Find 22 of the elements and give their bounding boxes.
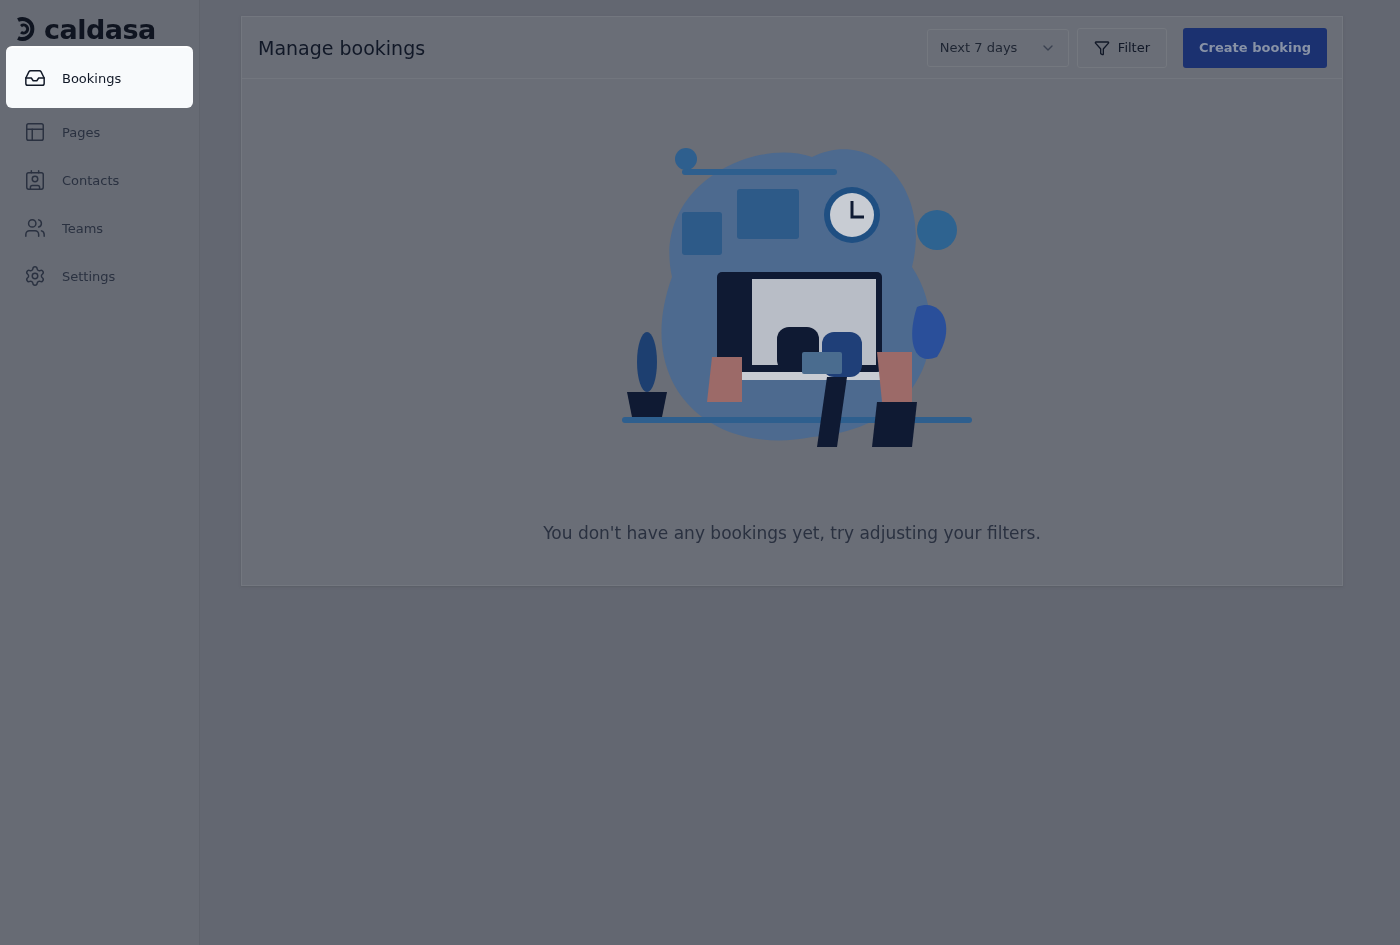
sidebar-item[interactable]: Pages	[6, 108, 193, 156]
sidebar-item[interactable]: Teams	[6, 204, 193, 252]
date-range-select[interactable]: Next 7 days	[926, 28, 1069, 67]
contact-card-icon	[24, 169, 46, 191]
sidebar-label: Settings	[62, 268, 116, 284]
create-booking-button[interactable]: Create booking	[1183, 27, 1327, 68]
sidebar-label: Teams	[62, 220, 104, 236]
sidebar-item[interactable]: Settings	[6, 252, 193, 300]
empty-state-message: You don't have any bookings yet, try adjusting your filters.	[543, 523, 1041, 543]
filter-icon	[1093, 39, 1110, 56]
sidebar-item[interactable]: Bookings	[6, 46, 193, 108]
page-title: Manage bookings	[258, 36, 427, 59]
sidebar-label: Pages	[62, 124, 101, 140]
inbox-icon	[24, 67, 46, 89]
layout-icon	[24, 121, 46, 143]
sidebar-item[interactable]: Contacts	[6, 156, 193, 204]
people-icon	[24, 217, 46, 239]
logo-text: caldasa	[44, 13, 156, 45]
filter-button[interactable]: Filter	[1076, 27, 1168, 68]
settings-icon	[24, 265, 46, 287]
sidebar-label: Bookings	[62, 70, 122, 86]
sidebar-label: Contacts	[62, 172, 120, 188]
